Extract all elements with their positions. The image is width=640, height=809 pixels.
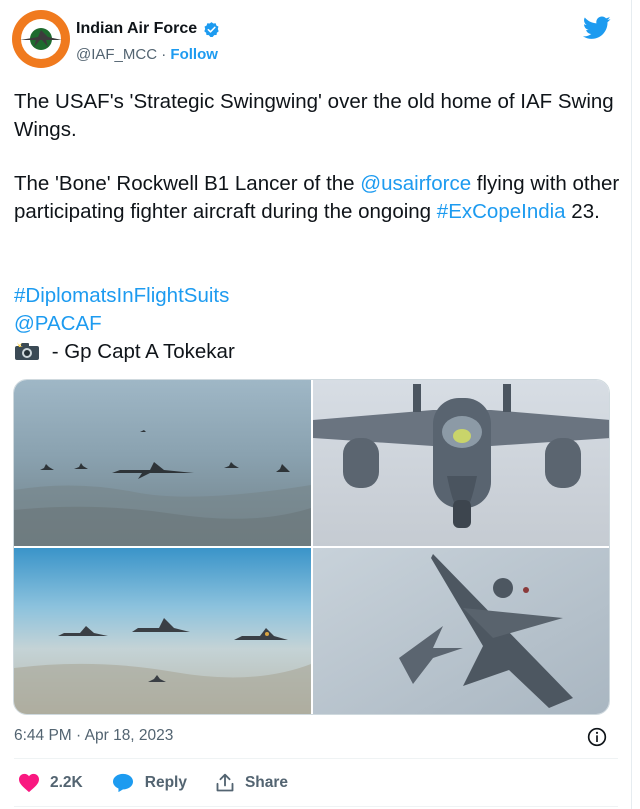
iaf-roundel-icon bbox=[20, 30, 62, 47]
account-name[interactable]: Indian Air Force bbox=[76, 20, 197, 38]
handle-row: @IAF_MCC · Follow bbox=[76, 46, 218, 63]
tweet-actions-bar: 2.2K Reply Share bbox=[18, 773, 316, 793]
tweet-text-paragraph-1: The USAF's 'Strategic Swingwing' over th… bbox=[14, 90, 614, 141]
tweet-card: Indian Air Force @IAF_MCC · Follow The U… bbox=[0, 0, 632, 809]
account-handle[interactable]: @IAF_MCC bbox=[76, 46, 157, 63]
tweet-text-paragraph-3: #DiplomatsInFlightSuits @PACAF - Gp Capt… bbox=[14, 282, 620, 366]
media-grid bbox=[13, 379, 610, 715]
reply-button[interactable]: Reply bbox=[111, 773, 187, 793]
photo-credit: - Gp Capt A Tokekar bbox=[46, 340, 235, 363]
like-button[interactable]: 2.2K bbox=[18, 773, 83, 793]
follow-button[interactable]: Follow bbox=[170, 46, 218, 63]
profile-avatar[interactable] bbox=[12, 10, 70, 68]
share-upload-icon bbox=[216, 773, 234, 792]
reply-label: Reply bbox=[144, 774, 187, 791]
hashtag-excopeindia-link[interactable]: #ExCopeIndia bbox=[437, 200, 566, 223]
tweet-text-paragraph-2: The 'Bone' Rockwell B1 Lancer of the @us… bbox=[14, 170, 620, 226]
twitter-bird-icon[interactable] bbox=[583, 16, 611, 40]
divider bbox=[14, 758, 618, 759]
b1-formation-photo[interactable] bbox=[14, 380, 311, 546]
bottom-divider bbox=[14, 806, 618, 807]
verified-badge-icon bbox=[204, 21, 219, 37]
handle-separator: · bbox=[157, 46, 171, 63]
reply-bubble-icon bbox=[112, 773, 133, 793]
rafale-banking-photo[interactable] bbox=[313, 548, 609, 714]
info-icon[interactable] bbox=[587, 727, 607, 747]
tweet-text-segment: 23. bbox=[565, 200, 600, 223]
share-label: Share bbox=[244, 774, 289, 791]
like-count: 2.2K bbox=[50, 774, 83, 791]
mention-usairforce-link[interactable]: @usairforce bbox=[360, 172, 471, 195]
hashtag-diplomatsinflightsuits-link[interactable]: #DiplomatsInFlightSuits bbox=[14, 284, 229, 307]
heart-icon bbox=[19, 773, 39, 793]
f15-closeup-photo[interactable] bbox=[313, 380, 609, 546]
share-button[interactable]: Share bbox=[215, 773, 288, 793]
fighters-formation-photo[interactable] bbox=[14, 548, 311, 714]
tweet-timestamp[interactable]: 6:44 PM · Apr 18, 2023 bbox=[14, 727, 173, 745]
tweet-text-segment: The 'Bone' Rockwell B1 Lancer of the bbox=[14, 172, 361, 195]
mention-pacaf-link[interactable]: @PACAF bbox=[14, 312, 102, 335]
account-name-row: Indian Air Force bbox=[76, 20, 220, 38]
camera-flash-icon bbox=[15, 342, 39, 360]
